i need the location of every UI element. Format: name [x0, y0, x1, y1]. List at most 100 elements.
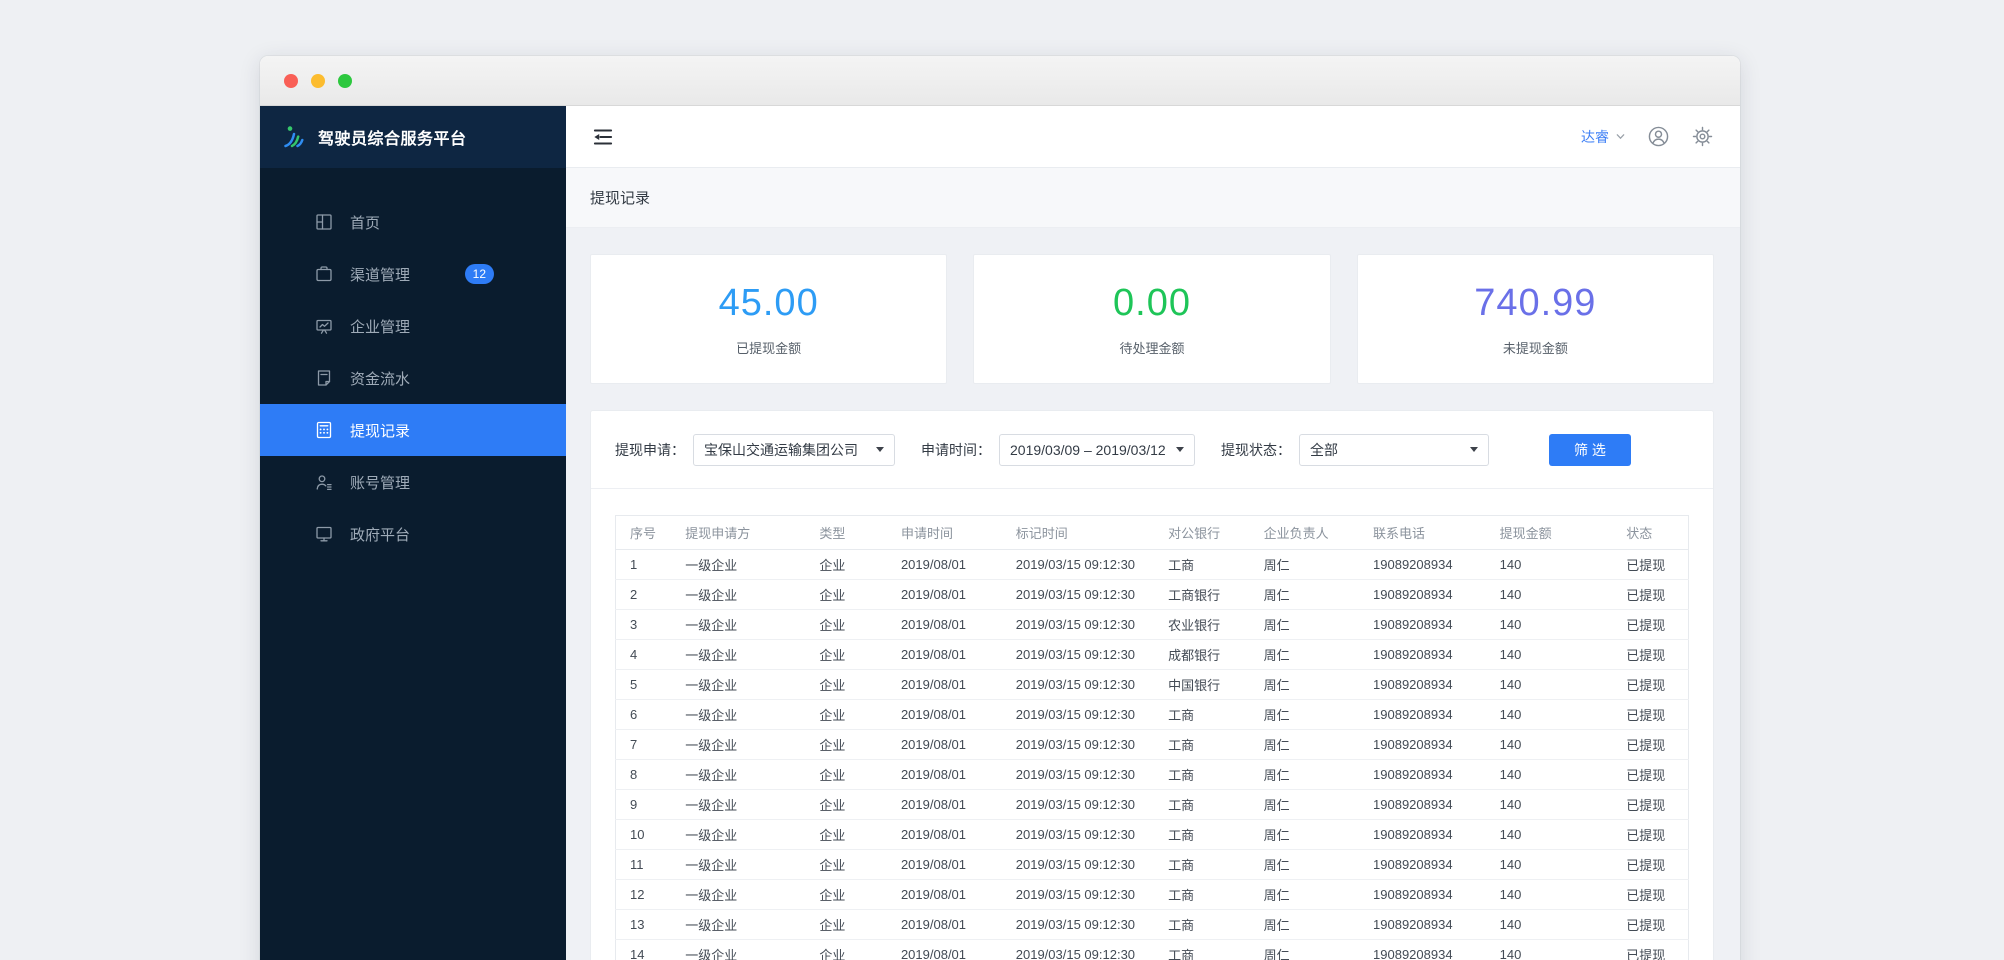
stat-label: 待处理金额	[1119, 340, 1185, 356]
table-cell: 工商	[1154, 729, 1250, 760]
table-cell: 工商	[1154, 699, 1250, 730]
table-cell: 7	[615, 729, 672, 760]
monitor-icon	[314, 524, 334, 544]
collapse-sidebar-icon[interactable]	[590, 124, 616, 150]
sidebar-item-government-platform[interactable]: 政府平台	[260, 508, 566, 560]
table-cell: 2019/08/01	[886, 909, 1002, 940]
status-select-value: 全部	[1310, 441, 1338, 458]
table-cell: 19089208934	[1359, 879, 1486, 910]
table-cell: 9	[615, 789, 672, 820]
table-row: 7 一级企业 企业 2019/08/01 2019/03/15 09:12:30 工商 周仁…	[615, 729, 1689, 760]
table-container: 序号 提现申请方 类型 申请时间 标记时间 对公银行 企业负责人 联系电话 提现金额 状态 1 一级…	[591, 489, 1713, 960]
table-row: 5 一级企业 企业 2019/08/01 2019/03/15 09:12:30 中国银行…	[615, 669, 1689, 700]
stat-cards: 45.00 已提现金额 0.00 待处理金额 740.99 未提现金额	[590, 254, 1714, 384]
table-cell: 19089208934	[1359, 849, 1486, 880]
sidebar-item-home[interactable]: 首页	[260, 196, 566, 248]
table-cell: 周仁	[1249, 789, 1360, 820]
table-cell: 企业	[805, 879, 887, 910]
page-title: 提现记录	[590, 190, 651, 207]
table-cell: 19089208934	[1359, 759, 1486, 790]
table-cell: 已提现	[1612, 699, 1689, 730]
table-cell: 10	[615, 819, 672, 850]
table-row: 10 一级企业 企业 2019/08/01 2019/03/15 09:12:30 工商周…	[615, 819, 1689, 850]
table-row: 9 一级企业 企业 2019/08/01 2019/03/15 09:12:30 工商 周仁…	[615, 789, 1689, 820]
stat-value: 0.00	[1113, 281, 1191, 324]
table-cell: 5	[615, 669, 672, 700]
sidebar-item-account-management[interactable]: 账号管理	[260, 456, 566, 508]
table-cell: 一级企业	[671, 789, 806, 820]
table-cell: 周仁	[1249, 549, 1360, 580]
avatar-icon[interactable]	[1646, 124, 1671, 149]
table-cell: 一级企业	[671, 939, 806, 960]
table-cell: 企业	[805, 579, 887, 610]
table-cell: 一级企业	[671, 729, 806, 760]
sidebar-item-label: 企业管理	[350, 318, 411, 336]
sidebar-item-channel-management[interactable]: 渠道管理 12	[260, 248, 566, 300]
table-cell: 一级企业	[671, 879, 806, 910]
table-header-cell: 提现申请方	[671, 515, 806, 550]
table-row: 8 一级企业 企业 2019/08/01 2019/03/15 09:12:30 工商 周仁…	[615, 759, 1689, 790]
table-row: 1 一级企业 企业 2019/08/01 2019/03/15 09:12:30 工商 周仁…	[615, 549, 1689, 580]
user-menu[interactable]: 达睿	[1581, 127, 1626, 147]
user-icon	[314, 472, 334, 492]
settings-gear-icon[interactable]	[1691, 125, 1714, 148]
table-cell: 工商	[1154, 849, 1250, 880]
table-row: 11 一级企业 企业 2019/08/01 2019/03/15 09:12:30 工商周…	[615, 849, 1689, 880]
filter-button[interactable]: 筛 选	[1549, 433, 1631, 466]
table-cell: 2019/08/01	[886, 579, 1002, 610]
table-cell: 周仁	[1249, 579, 1360, 610]
table-cell: 2019/08/01	[886, 699, 1002, 730]
table-cell: 周仁	[1249, 939, 1360, 960]
date-range-select[interactable]: 2019/03/09 – 2019/03/12	[999, 433, 1195, 466]
table-cell: 2019/03/15 09:12:30	[1001, 849, 1155, 880]
table-cell: 企业	[805, 729, 887, 760]
table-cell: 2019/03/15 09:12:30	[1001, 789, 1155, 820]
status-select[interactable]: 全部	[1299, 433, 1489, 466]
table-cell: 一级企业	[671, 639, 806, 670]
table-cell: 工商银行	[1154, 579, 1250, 610]
stat-label: 已提现金额	[736, 340, 802, 356]
table-cell: 企业	[805, 819, 887, 850]
table-header-cell: 标记时间	[1001, 515, 1155, 550]
table-cell: 2019/03/15 09:12:30	[1001, 609, 1155, 640]
table-cell: 一级企业	[671, 909, 806, 940]
date-range-select-value: 2019/03/09 – 2019/03/12	[1010, 441, 1166, 458]
table-cell: 19089208934	[1359, 609, 1486, 640]
table-cell: 140	[1485, 849, 1613, 880]
sidebar: 驾驶员综合服务平台 首页 渠道管理 12 企业管理 资金流水 提现记录 账号管理 政府平台	[260, 106, 566, 960]
table-row: 3 一级企业 企业 2019/08/01 2019/03/15 09:12:30 农业银行…	[615, 609, 1689, 640]
table-cell: 2019/08/01	[886, 639, 1002, 670]
company-select[interactable]: 宝保山交通运输集团公司	[693, 433, 895, 466]
table-cell: 2019/08/01	[886, 729, 1002, 760]
table-header-cell: 提现金额	[1485, 515, 1613, 550]
stat-card-pending: 0.00 待处理金额	[973, 254, 1331, 384]
table-cell: 已提现	[1612, 549, 1689, 580]
table-cell: 140	[1485, 759, 1613, 790]
traffic-light-zoom-button[interactable]	[338, 73, 352, 88]
table-cell: 企业	[805, 759, 887, 790]
table-cell: 一级企业	[671, 579, 806, 610]
traffic-light-close-button[interactable]	[284, 73, 298, 88]
table-cell: 已提现	[1612, 579, 1689, 610]
table-cell: 19089208934	[1359, 639, 1486, 670]
sidebar-item-label: 提现记录	[350, 422, 411, 440]
document-icon	[314, 368, 334, 388]
breadcrumb: 提现记录	[566, 168, 1740, 228]
company-select-value: 宝保山交通运输集团公司	[704, 441, 858, 458]
table-cell: 140	[1485, 609, 1613, 640]
table-header-cell: 联系电话	[1359, 515, 1486, 550]
table-cell: 2019/08/01	[886, 819, 1002, 850]
sidebar-item-enterprise-management[interactable]: 企业管理	[260, 300, 566, 352]
sidebar-item-withdraw-records[interactable]: 提现记录	[260, 404, 566, 456]
sidebar-item-fund-flow[interactable]: 资金流水	[260, 352, 566, 404]
table-cell: 周仁	[1249, 759, 1360, 790]
traffic-light-minimize-button[interactable]	[311, 73, 325, 88]
table-cell: 一级企业	[671, 849, 806, 880]
table-cell: 3	[615, 609, 672, 640]
table-cell: 8	[615, 759, 672, 790]
table-cell: 周仁	[1249, 729, 1360, 760]
table-cell: 企业	[805, 549, 887, 580]
table-cell: 一级企业	[671, 699, 806, 730]
dashboard-icon	[314, 212, 334, 232]
table-cell: 2019/03/15 09:12:30	[1001, 699, 1155, 730]
